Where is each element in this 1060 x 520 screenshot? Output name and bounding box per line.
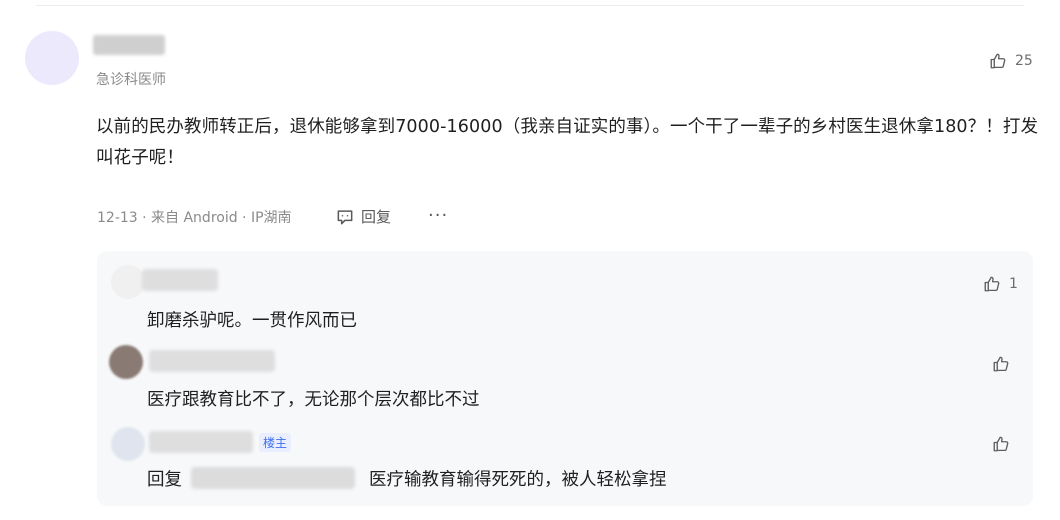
thumbs-up-icon: [984, 276, 1000, 292]
comment-bubble-icon: [337, 209, 353, 224]
reply-like-button[interactable]: 1: [983, 275, 1018, 293]
reply-like-button[interactable]: [992, 355, 1018, 373]
reply-button[interactable]: 回复: [335, 206, 391, 227]
author-name-blurred[interactable]: [93, 35, 165, 55]
top-divider: [36, 5, 1024, 6]
avatar[interactable]: [25, 31, 79, 85]
author-title: 急诊科医师: [96, 72, 166, 88]
reply-avatar[interactable]: [111, 427, 145, 461]
reply-like-button[interactable]: [992, 435, 1018, 453]
replies-box: 1 卸磨杀驴呢。一贯作风而已 医疗跟教育比不了，无论那个层次都比不过 楼主 回复…: [97, 251, 1033, 506]
more-dots-icon[interactable]: ···: [428, 205, 448, 226]
thumbs-up-icon: [993, 436, 1009, 452]
comment-like-button[interactable]: 25: [989, 52, 1033, 70]
reply-text: 医疗输教育输得死死的，被人轻松拿捏: [369, 470, 667, 490]
reply-text: 卸磨杀驴呢。一贯作风而已: [147, 311, 357, 331]
reply-author-blurred[interactable]: [149, 431, 253, 453]
reply-avatar[interactable]: [111, 265, 145, 299]
like-count: 25: [1015, 53, 1033, 69]
reply-author-blurred[interactable]: [142, 269, 218, 291]
like-count: 1: [1009, 276, 1018, 292]
reply-avatar[interactable]: [109, 345, 143, 379]
reply-target-blurred[interactable]: [191, 467, 355, 489]
comment-text: 以前的民办教师转正后，退休能够拿到7000-16000（我亲自证实的事）。一个干…: [96, 117, 1039, 168]
reply-label: 回复: [361, 208, 392, 226]
reply-author-blurred[interactable]: [149, 350, 275, 372]
op-badge: 楼主: [259, 433, 292, 452]
thumbs-up-icon: [990, 53, 1006, 69]
comment-meta: 12-13 · 来自 Android · IP湖南: [97, 210, 292, 226]
thumbs-up-icon: [993, 356, 1009, 372]
reply-prefix: 回复: [147, 470, 182, 490]
reply-text: 医疗跟教育比不了，无论那个层次都比不过: [147, 390, 480, 410]
